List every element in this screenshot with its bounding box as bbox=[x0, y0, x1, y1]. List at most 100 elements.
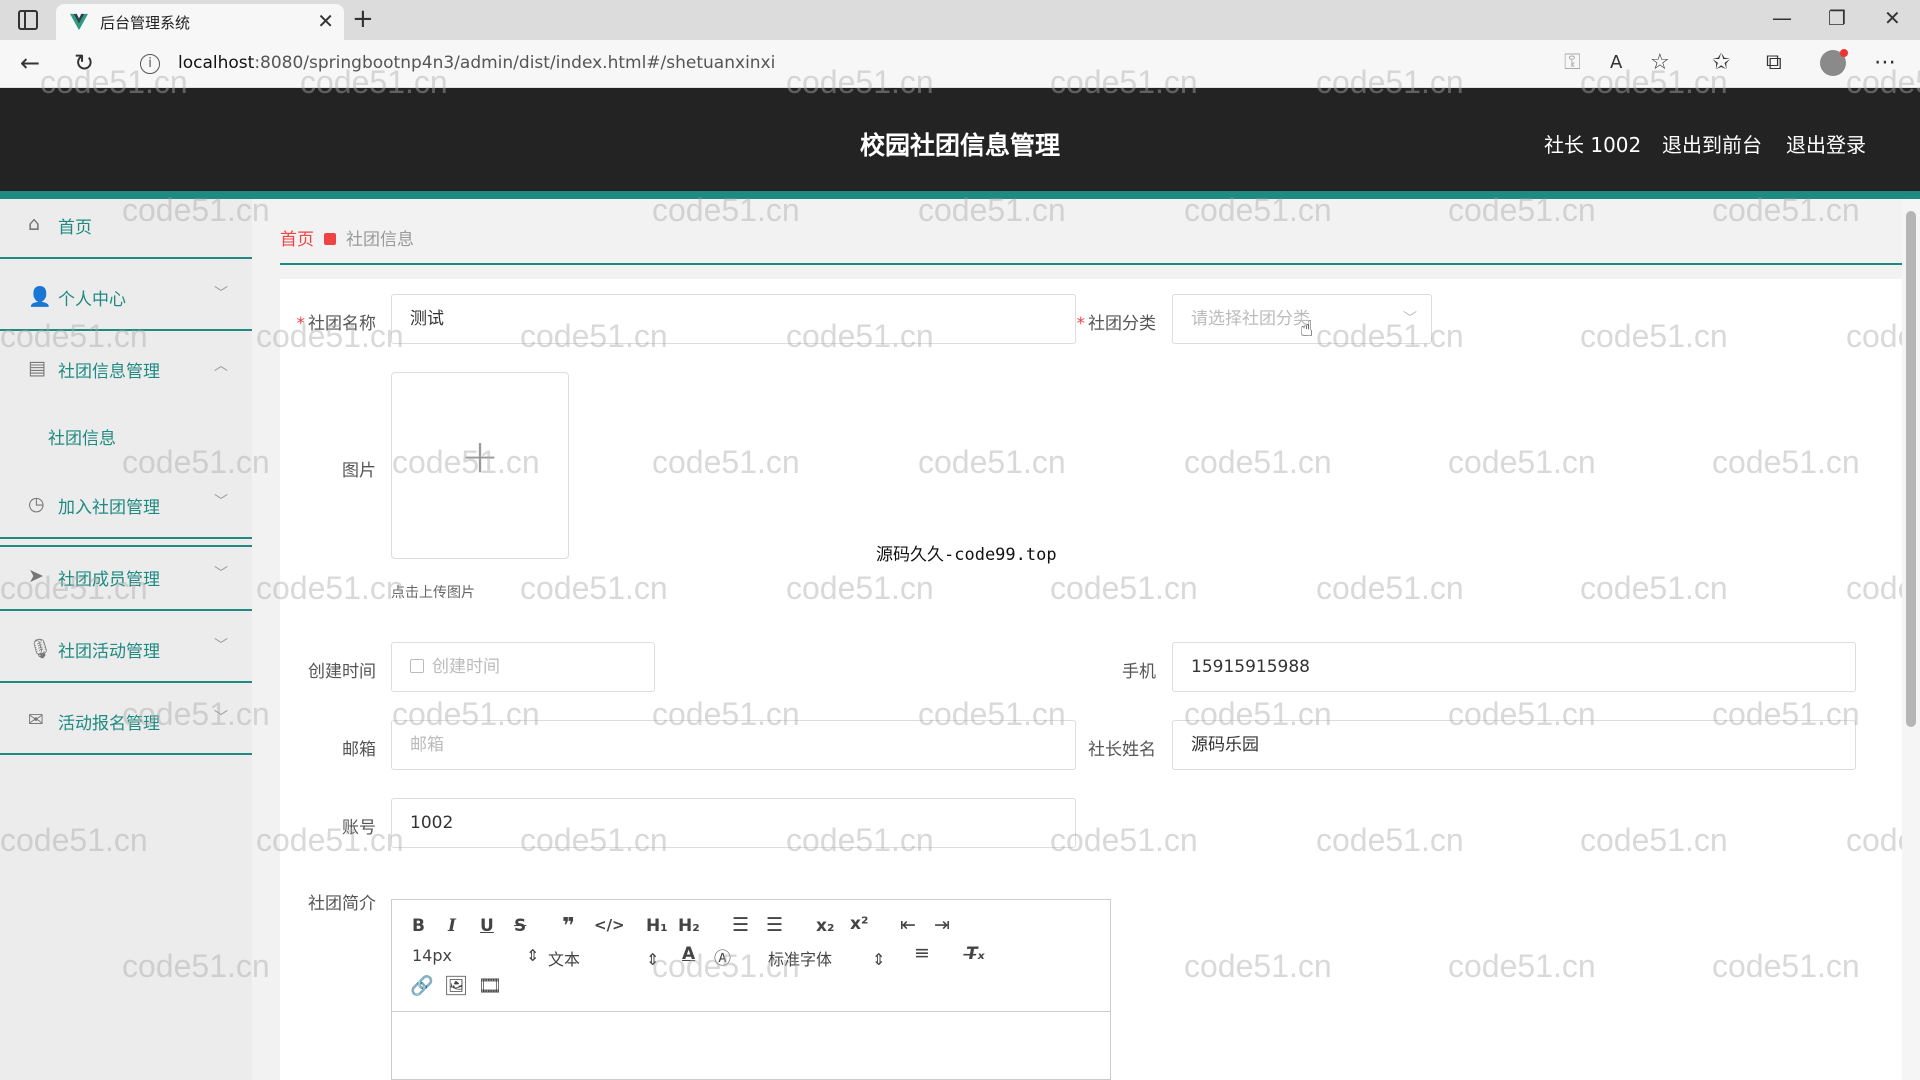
sidebar-item-members[interactable]: ➤ 社团成员管理 ﹀ bbox=[0, 541, 252, 611]
italic-icon[interactable]: I bbox=[448, 916, 456, 936]
sidebar-toggle-icon[interactable] bbox=[18, 10, 38, 30]
video-icon[interactable]: 🎞 bbox=[478, 974, 502, 997]
email-label: 邮箱 bbox=[342, 740, 376, 760]
new-tab-icon[interactable]: + bbox=[352, 4, 374, 34]
sidebar-item-label: 首页 bbox=[58, 218, 92, 238]
url-field[interactable]: localhost:8080/springbootnp4n3/admin/dis… bbox=[178, 53, 775, 73]
intro-rich-text-editor: B I U S ❞ </> H₁ H₂ ☰ ☰ x₂ x² ⇤ ⇥ 14px ⇕ … bbox=[391, 899, 1111, 1080]
minimize-icon[interactable]: — bbox=[1772, 6, 1792, 30]
sidebar-item-activities[interactable]: 🎙 社团活动管理 ﹀ bbox=[0, 613, 252, 683]
select-arrows-icon: ⇕ bbox=[872, 950, 886, 969]
header-select[interactable]: 文本 ⇕ bbox=[548, 946, 659, 970]
header-accent-bar bbox=[0, 191, 1920, 199]
created-time-label: 创建时间 bbox=[308, 662, 376, 682]
image-uploader[interactable]: + bbox=[391, 372, 569, 559]
account-input[interactable]: 1002 bbox=[391, 798, 1076, 848]
indent-icon[interactable]: ⇥ bbox=[934, 914, 950, 936]
favorites-icon[interactable]: ✩ bbox=[1712, 50, 1730, 75]
sidebar-item-home[interactable]: ⌂ 首页 bbox=[0, 189, 252, 259]
sidebar-item-label: 社团成员管理 bbox=[58, 570, 160, 590]
close-tab-icon[interactable]: ✕ bbox=[317, 9, 334, 33]
ordered-list-icon[interactable]: ☰ bbox=[732, 914, 749, 936]
logout-link[interactable]: 退出登录 bbox=[1786, 129, 1866, 158]
bold-icon[interactable]: B bbox=[412, 916, 425, 936]
key-icon[interactable]: ⚿ bbox=[1564, 50, 1581, 75]
underline-icon[interactable]: U bbox=[480, 916, 494, 936]
back-icon[interactable]: ← bbox=[20, 49, 40, 77]
url-host: localhost bbox=[178, 53, 255, 73]
upload-hint: 点击上传图片 bbox=[391, 585, 475, 601]
blockquote-icon[interactable]: ❞ bbox=[562, 914, 575, 939]
notification-dot bbox=[1840, 49, 1848, 57]
send-icon: ➤ bbox=[28, 565, 44, 587]
select-arrows-icon: ⇕ bbox=[646, 950, 660, 969]
sidebar-item-label: 个人中心 bbox=[58, 290, 126, 310]
font-family-value: 标准字体 bbox=[768, 950, 833, 969]
leader-name-input[interactable]: 源码乐园 bbox=[1172, 720, 1856, 770]
restore-icon[interactable]: ❐ bbox=[1828, 6, 1846, 30]
sidebar-item-label: 社团信息管理 bbox=[58, 362, 160, 382]
sidebar-subitem-club-info[interactable]: 社团信息 bbox=[48, 424, 116, 449]
strikethrough-icon[interactable]: S bbox=[514, 916, 526, 936]
editor-toolbar: B I U S ❞ </> H₁ H₂ ☰ ☰ x₂ x² ⇤ ⇥ 14px ⇕ … bbox=[392, 900, 1110, 1012]
font-size-value: 14px bbox=[412, 946, 452, 965]
sidebar-item-personal[interactable]: 👤 个人中心 ﹀ bbox=[0, 261, 252, 331]
outdent-icon[interactable]: ⇤ bbox=[900, 914, 916, 936]
superscript-icon[interactable]: x² bbox=[850, 914, 868, 934]
club-name-input[interactable]: 测试 bbox=[391, 294, 1076, 344]
align-icon[interactable]: ≡ bbox=[914, 942, 930, 964]
heading1-icon[interactable]: H₁ bbox=[646, 916, 668, 936]
url-path: :8080/springbootnp4n3/admin/dist/index.h… bbox=[254, 53, 776, 73]
text-color-icon[interactable]: A bbox=[682, 944, 695, 964]
font-size-select[interactable]: 14px ⇕ bbox=[412, 946, 539, 965]
sidebar-item-signup[interactable]: ✉ 活动报名管理 ﹀ bbox=[0, 685, 252, 755]
site-info-icon[interactable]: i bbox=[140, 54, 160, 74]
clipboard-icon: ▤ bbox=[28, 357, 46, 379]
page-scrollbar[interactable] bbox=[1902, 199, 1920, 1080]
chevron-down-icon: ﹀ bbox=[1403, 311, 1417, 327]
image-icon[interactable]: 🖼 bbox=[444, 974, 468, 997]
sidebar: ⌂ 首页 👤 个人中心 ﹀ ▤ 社团信息管理 ︿ 社团信息 ◷ 加入社团管理 ﹀… bbox=[0, 199, 252, 1080]
email-input[interactable]: 邮箱 bbox=[391, 720, 1076, 770]
phone-label: 手机 bbox=[1122, 662, 1156, 682]
mic-icon: 🎙 bbox=[28, 638, 53, 660]
read-aloud-icon[interactable]: A bbox=[1610, 52, 1622, 73]
created-time-input[interactable]: 创建时间 bbox=[391, 642, 655, 692]
window-close-icon[interactable]: ✕ bbox=[1884, 6, 1901, 30]
app-header: 校园社团信息管理 社长 1002 退出到前台 退出登录 bbox=[0, 88, 1920, 191]
subscript-icon[interactable]: x₂ bbox=[816, 916, 834, 936]
browser-tab[interactable]: 后台管理系统 ✕ bbox=[56, 4, 344, 40]
heading2-icon[interactable]: H₂ bbox=[678, 916, 700, 936]
chevron-down-icon: ﹀ bbox=[214, 566, 228, 582]
collections-icon[interactable]: ⧉ bbox=[1766, 50, 1782, 75]
chevron-down-icon: ﹀ bbox=[214, 638, 228, 654]
font-family-select[interactable]: 标准字体 ⇕ bbox=[768, 946, 885, 970]
scrollbar-thumb[interactable] bbox=[1906, 211, 1916, 727]
more-icon[interactable]: ⋯ bbox=[1874, 50, 1896, 75]
home-icon: ⌂ bbox=[28, 213, 41, 235]
bullet-list-icon[interactable]: ☰ bbox=[766, 914, 783, 936]
tab-title: 后台管理系统 bbox=[100, 14, 191, 32]
breadcrumb: 首页 社团信息 bbox=[280, 225, 414, 250]
chevron-down-icon: ﹀ bbox=[214, 494, 228, 510]
code-icon[interactable]: </> bbox=[594, 916, 625, 934]
chevron-down-icon: ﹀ bbox=[214, 710, 228, 726]
hand-cursor-icon: ☝ bbox=[1300, 317, 1314, 342]
select-arrows-icon: ⇕ bbox=[525, 946, 540, 965]
add-favorite-icon[interactable]: ☆ bbox=[1650, 50, 1670, 75]
background-color-icon[interactable]: Ⓐ bbox=[714, 944, 731, 969]
browser-tab-bar: 后台管理系统 ✕ + — ❐ ✕ bbox=[0, 0, 1920, 40]
phone-input[interactable]: 15915915988 bbox=[1172, 642, 1856, 692]
clear-format-icon[interactable]: T̶ₓ bbox=[966, 944, 985, 964]
club-category-label: * 社团分类 bbox=[1076, 314, 1157, 334]
link-icon[interactable]: 🔗 bbox=[410, 974, 434, 997]
calendar-icon bbox=[410, 659, 424, 673]
chevron-down-icon: ﹀ bbox=[214, 286, 228, 302]
editor-content-area[interactable] bbox=[392, 1013, 1110, 1079]
sidebar-item-join[interactable]: ◷ 加入社团管理 ﹀ bbox=[0, 469, 252, 539]
chevron-up-icon: ︿ bbox=[214, 358, 228, 374]
breadcrumb-home[interactable]: 首页 bbox=[280, 230, 314, 250]
exit-to-front-link[interactable]: 退出到前台 bbox=[1662, 129, 1762, 158]
reload-icon[interactable]: ↻ bbox=[74, 49, 94, 77]
sidebar-item-label: 社团活动管理 bbox=[58, 642, 160, 662]
